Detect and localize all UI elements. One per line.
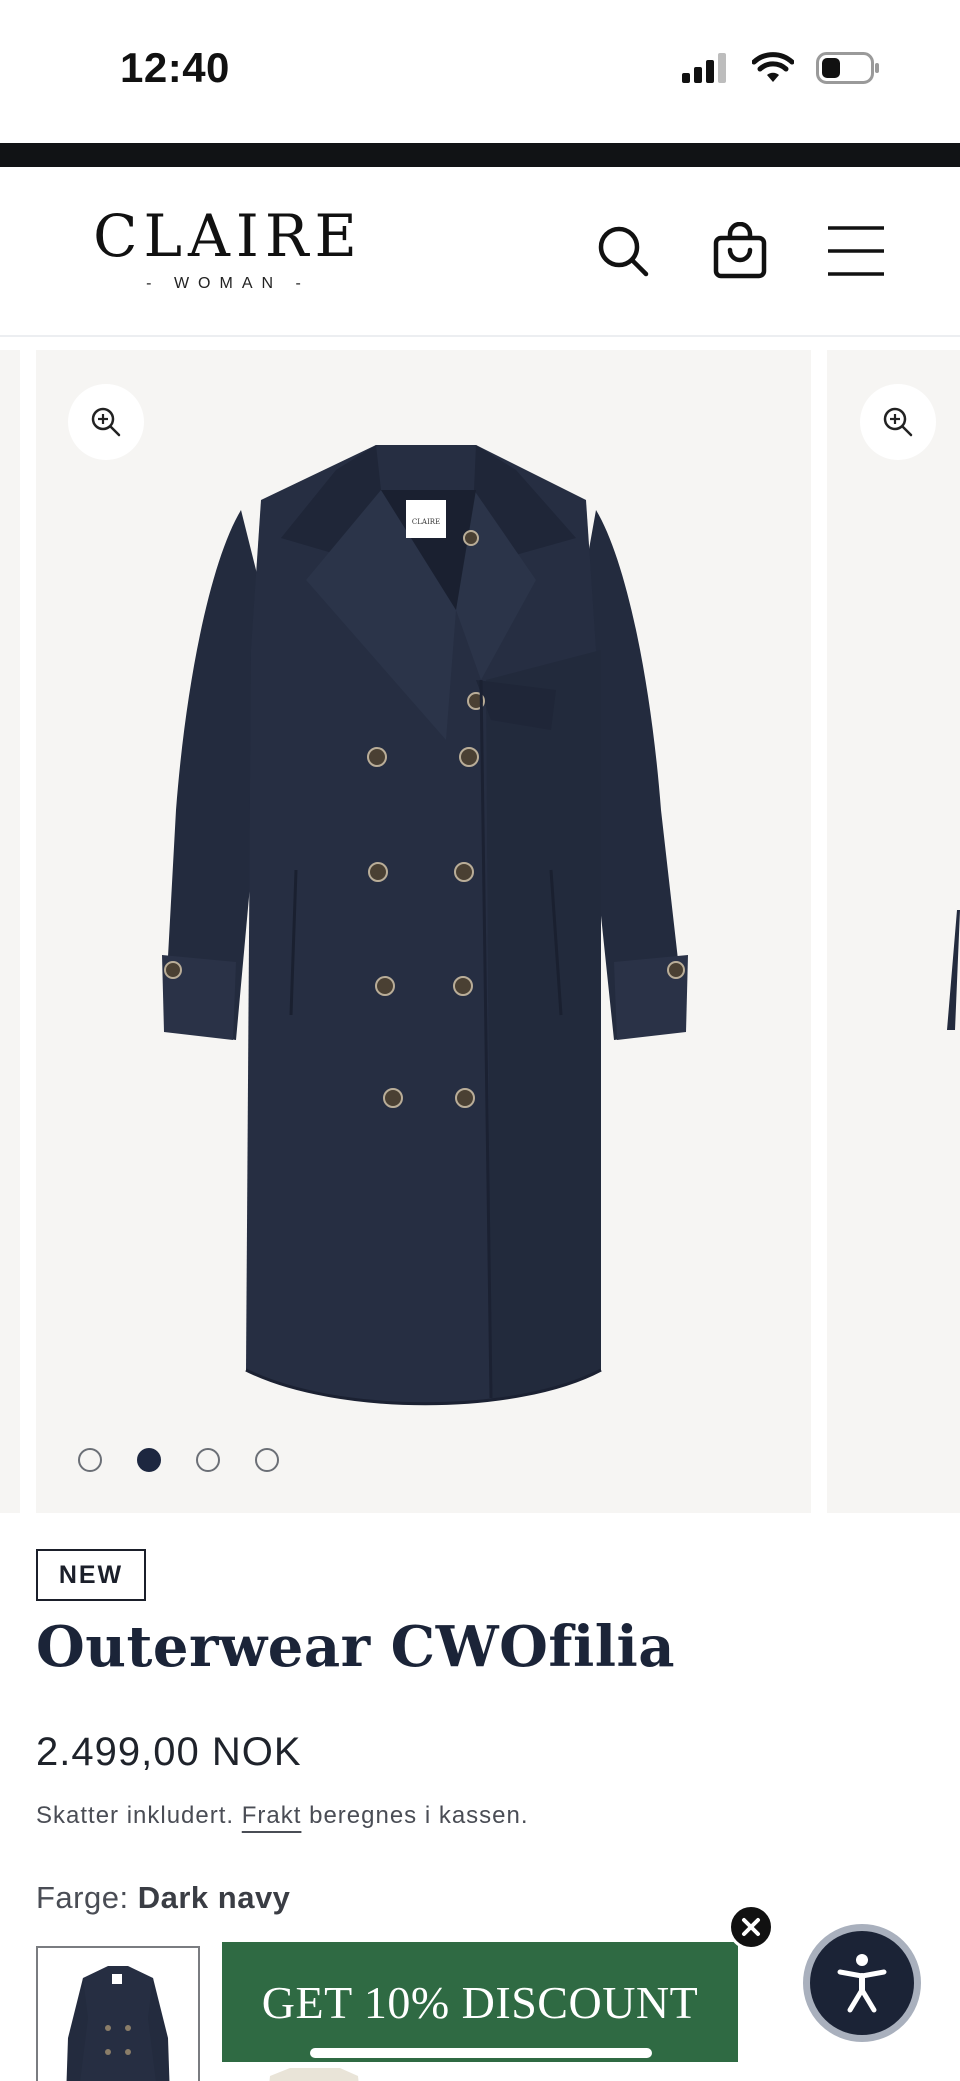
- color-label: Farge:: [36, 1880, 138, 1915]
- tax-text-before: Skatter inkludert.: [36, 1802, 242, 1829]
- battery-icon: [816, 52, 879, 84]
- menu-icon: [828, 226, 884, 276]
- shopping-bag-icon: [713, 222, 767, 279]
- color-selector-label: Farge: Dark navy: [36, 1880, 290, 1916]
- shipping-link[interactable]: Frakt: [242, 1802, 302, 1829]
- search-icon: [598, 226, 649, 277]
- logo-sub-text: - WOMAN -: [146, 275, 310, 292]
- gallery-dot-3[interactable]: [196, 1448, 220, 1472]
- accessibility-button[interactable]: [803, 1924, 921, 2042]
- menu-button[interactable]: [824, 219, 888, 283]
- discount-close-button[interactable]: [728, 1904, 774, 1950]
- accessibility-icon: [837, 1954, 887, 2013]
- signal-icon: [682, 53, 726, 83]
- discount-banner-button[interactable]: GET 10% DISCOUNT: [222, 1942, 738, 2062]
- home-indicator[interactable]: [310, 2048, 652, 2058]
- brand-logo[interactable]: CLAIRE - WOMAN -: [88, 205, 368, 293]
- gallery-dot-4[interactable]: [255, 1448, 279, 1472]
- product-gallery[interactable]: CLAIRE: [0, 350, 960, 1513]
- color-value: Dark navy: [137, 1880, 291, 1915]
- tax-shipping-note: Skatter inkludert. Frakt beregnes i kass…: [36, 1802, 529, 1830]
- gallery-slide-next[interactable]: [827, 350, 960, 1513]
- status-time: 12:40: [120, 44, 230, 91]
- gallery-dot-1[interactable]: [78, 1448, 102, 1472]
- product-title: Outerwear CWOfilia: [36, 1614, 676, 1680]
- cart-button[interactable]: [708, 219, 772, 283]
- status-icons: [682, 52, 880, 84]
- search-button[interactable]: [591, 219, 655, 283]
- new-badge: NEW: [36, 1549, 146, 1601]
- color-swatch-dark-navy[interactable]: [36, 1946, 200, 2081]
- close-icon: [742, 1918, 760, 1936]
- wifi-icon: [752, 52, 794, 82]
- top-banner-strip: [0, 143, 960, 167]
- logo-main-text: CLAIRE: [93, 202, 363, 270]
- product-price: 2.499,00 NOK: [36, 1730, 302, 1774]
- gallery-dot-2[interactable]: [137, 1448, 161, 1472]
- status-bar: 12:40: [0, 0, 960, 143]
- swatch-image-navy-coat: [66, 1966, 170, 2081]
- gallery-slide-prev[interactable]: [0, 350, 20, 1513]
- coat-label-text: CLAIRE: [412, 518, 440, 526]
- site-header: CLAIRE - WOMAN -: [0, 167, 960, 337]
- gallery-pagination: [78, 1448, 279, 1472]
- next-product-image-edge: [947, 910, 960, 1030]
- product-image: CLAIRE: [162, 445, 688, 1406]
- gallery-slide-current[interactable]: CLAIRE: [36, 350, 811, 1513]
- tax-text-after: beregnes i kassen.: [301, 1802, 529, 1829]
